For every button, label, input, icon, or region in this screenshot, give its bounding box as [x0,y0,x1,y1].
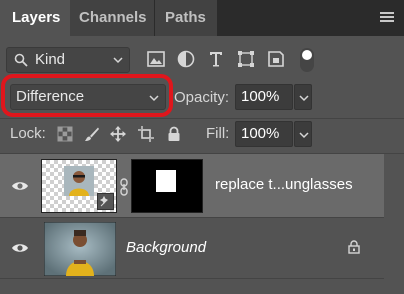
layer-thumbnail[interactable] [41,159,117,213]
layers-scrollbar[interactable] [384,154,404,294]
chevron-down-icon [113,57,123,64]
image-filter-icon[interactable] [146,49,166,69]
chain-link-icon[interactable] [119,178,129,196]
opacity-value: 100% [241,88,280,105]
background-layer-thumbnail[interactable] [44,222,116,276]
lock-label: Lock: [10,125,46,142]
fill-value: 100% [241,125,280,142]
layer-mask-thumbnail[interactable] [131,159,203,213]
opacity-label: Opacity: [174,89,230,106]
fill-field[interactable]: 100% [235,121,293,147]
smart-object-filter-icon[interactable] [266,49,286,69]
lock-all-icon[interactable] [166,126,182,142]
chevron-down-icon [149,95,159,102]
layer-name[interactable]: Background [126,239,206,256]
toggle-knob [302,50,312,60]
chevron-down-icon [299,132,309,139]
fill-label: Fill: [206,125,230,142]
tab-channels[interactable]: Channels [70,0,154,36]
lock-transparent-pixels-icon[interactable] [57,126,73,142]
panel-tab-bar: Layers Channels Paths [0,0,404,36]
divider [0,118,404,119]
tab-paths[interactable]: Paths [155,0,217,36]
type-filter-icon[interactable] [206,49,226,69]
chevron-down-icon [299,95,309,102]
shape-filter-icon[interactable] [236,49,256,69]
divider [0,278,384,279]
lock-position-icon[interactable] [110,126,126,142]
filter-kind-label: Kind [35,51,66,68]
blend-mode-select[interactable]: Difference [10,84,166,110]
lock-artboard-icon[interactable] [138,126,154,142]
mask-white-area [156,170,176,192]
panel-menu-icon[interactable] [380,12,394,24]
lock-image-pixels-icon[interactable] [84,126,100,142]
eye-visibility-icon[interactable] [11,180,29,192]
layer-row-background[interactable]: Background [0,218,384,278]
eye-visibility-icon[interactable] [11,242,29,254]
lock-icon [348,240,360,254]
tab-layers[interactable]: Layers [0,0,70,36]
layer-row-replace-sunglasses[interactable]: replace t...unglasses [0,154,384,217]
opacity-dropdown-button[interactable] [294,84,312,110]
smart-object-badge-icon [97,193,114,210]
layer-name[interactable]: replace t...unglasses [215,176,353,193]
search-icon [14,53,28,67]
portrait-thumbnail-image [64,166,94,196]
opacity-field[interactable]: 100% [235,84,293,110]
filter-toggle[interactable] [300,48,314,72]
adjustment-filter-icon[interactable] [176,49,196,69]
blend-mode-value: Difference [16,88,85,105]
fill-dropdown-button[interactable] [294,121,312,147]
filter-kind-select[interactable]: Kind [6,47,130,73]
